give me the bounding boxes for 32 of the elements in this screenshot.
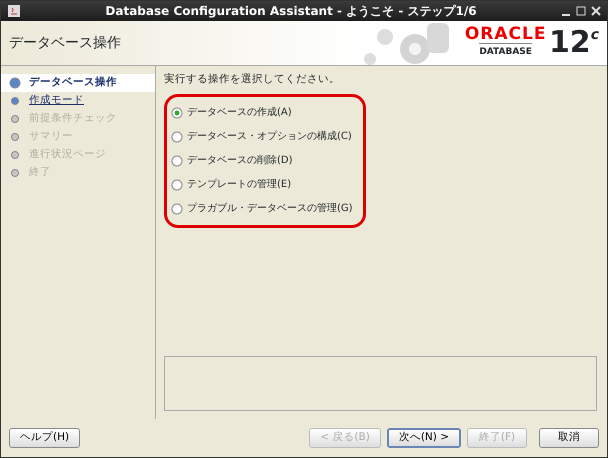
window-title: Database Configuration Assistant - ようこそ - ステップ1/6 <box>104 3 478 20</box>
maximize-icon[interactable] <box>576 6 586 16</box>
radio-button[interactable] <box>171 130 183 143</box>
dialog-button[interactable]: 取消 <box>539 428 599 448</box>
option-label[interactable]: データベース・オプションの構成(C) <box>187 129 352 144</box>
step-marker-icon <box>9 113 21 125</box>
option-label[interactable]: データベースの作成(A) <box>187 105 292 120</box>
dialog-button[interactable]: ヘルプ(H) <box>9 428 80 448</box>
step-item: 進行状況ページ <box>29 147 106 162</box>
dialog-button[interactable]: 次へ(N) > <box>386 428 461 448</box>
option-label[interactable]: プラガブル・データベースの管理(G) <box>187 201 353 216</box>
step-marker-icon <box>9 149 21 161</box>
prompt-text: 実行する操作を選択してください。 <box>164 72 341 87</box>
step-marker-icon <box>9 95 21 107</box>
radio-button[interactable] <box>171 178 183 191</box>
step-marker-icon <box>9 77 21 89</box>
step-item[interactable]: 作成モード <box>29 93 84 109</box>
step-marker-icon <box>9 167 21 179</box>
radio-button[interactable] <box>171 106 183 119</box>
java-icon <box>7 4 21 18</box>
step-item: サマリー <box>29 129 73 144</box>
logo-product: DATABASE <box>479 43 532 60</box>
step-marker-icon <box>9 131 21 143</box>
radio-button[interactable] <box>171 202 183 215</box>
close-icon[interactable] <box>591 6 601 16</box>
option-label[interactable]: テンプレートの管理(E) <box>187 177 292 192</box>
step-item: 前提条件チェック <box>29 111 117 126</box>
step-item: 終了 <box>29 165 51 180</box>
radio-button[interactable] <box>171 154 183 167</box>
option-label[interactable]: データベースの削除(D) <box>187 153 293 168</box>
header-title: データベース操作 <box>9 34 122 52</box>
logo-brand: ORACLE <box>464 26 546 44</box>
